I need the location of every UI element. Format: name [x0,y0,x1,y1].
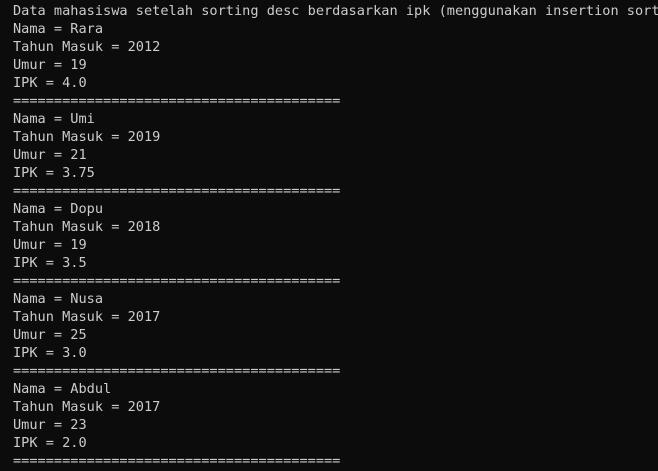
record-nama: Nama = Dopu [13,201,104,217]
record-umur: Umur = 23 [13,417,87,433]
record-umur: Umur = 19 [13,57,87,73]
student-record: Nama = Dopu Tahun Masuk = 2018 Umur = 19… [13,200,658,290]
record-umur: Umur = 19 [13,237,87,253]
record-ipk: IPK = 3.0 [13,345,87,361]
record-separator: ======================================== [13,453,341,469]
record-tahun-masuk: Tahun Masuk = 2017 [13,309,161,325]
record-nama: Nama = Nusa [13,291,104,307]
student-record: Nama = Abdul Tahun Masuk = 2017 Umur = 2… [13,380,658,470]
record-ipk: IPK = 3.75 [13,165,95,181]
student-record: Nama = Rara Tahun Masuk = 2012 Umur = 19… [13,20,658,110]
record-separator: ======================================== [13,93,341,109]
student-record: Nama = Umi Tahun Masuk = 2019 Umur = 21 … [13,110,658,200]
record-ipk: IPK = 3.5 [13,255,87,271]
record-umur: Umur = 21 [13,147,87,163]
output-header: Data mahasiswa setelah sorting desc berd… [13,3,658,19]
record-nama: Nama = Umi [13,111,95,127]
record-nama: Nama = Rara [13,21,104,37]
record-ipk: IPK = 4.0 [13,75,87,91]
record-separator: ======================================== [13,183,341,199]
record-nama: Nama = Abdul [13,381,112,397]
record-umur: Umur = 25 [13,327,87,343]
record-tahun-masuk: Tahun Masuk = 2018 [13,219,161,235]
record-ipk: IPK = 2.0 [13,435,87,451]
record-separator: ======================================== [13,273,341,289]
console-output: Data mahasiswa setelah sorting desc berd… [0,0,658,471]
student-record: Nama = Nusa Tahun Masuk = 2017 Umur = 25… [13,290,658,380]
record-tahun-masuk: Tahun Masuk = 2017 [13,399,161,415]
record-separator: ======================================== [13,363,341,379]
record-tahun-masuk: Tahun Masuk = 2012 [13,39,161,55]
record-tahun-masuk: Tahun Masuk = 2019 [13,129,161,145]
